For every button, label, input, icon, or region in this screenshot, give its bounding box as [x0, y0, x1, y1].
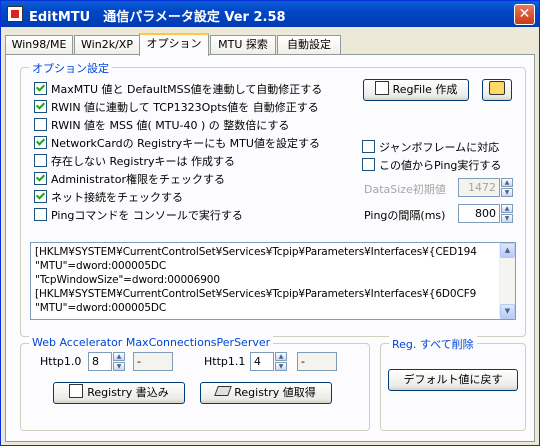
- registry-line: "MTU"=dword:000005DC: [35, 260, 167, 272]
- write-icon: [69, 384, 84, 398]
- registry-line: "TcpWindowSize"=dword:00006900: [35, 274, 220, 286]
- datasize-label: DataSize初期値: [364, 183, 446, 196]
- checkbox-ping-console[interactable]: Pingコマンドを コンソールで実行する: [34, 208, 243, 223]
- checkbox-label: RWIN 値に連動して TCP1323Opts値を 自動修正する: [51, 101, 319, 114]
- app-icon: [7, 6, 23, 22]
- http10-label: Http1.0: [40, 355, 82, 368]
- scroll-down-icon[interactable]: ▼: [500, 304, 515, 319]
- spin-up-icon[interactable]: ▲: [501, 204, 513, 213]
- tab-win98me[interactable]: Win98/ME: [5, 35, 73, 54]
- http11-input[interactable]: 4: [250, 352, 274, 371]
- ping-interval-input[interactable]: 800: [458, 204, 500, 223]
- checkbox-ping-from-value[interactable]: この値からPing実行する: [362, 158, 501, 173]
- tab-mtu-search[interactable]: MTU 探索: [210, 35, 276, 54]
- help-icon: [489, 81, 505, 95]
- tab-auto-settings[interactable]: 自動設定: [277, 35, 341, 54]
- registry-write-label: Registry 書込み: [87, 386, 169, 399]
- spin-up-icon[interactable]: ▲: [113, 352, 125, 361]
- ping-interval-label: Pingの間隔(ms): [364, 209, 446, 222]
- checkbox-box: [34, 136, 47, 149]
- spin-up-icon[interactable]: ▲: [501, 178, 513, 187]
- regfile-create-button[interactable]: RegFile 作成: [363, 79, 469, 101]
- checkbox-label: 存在しない Registryキーは 作成する: [51, 155, 236, 168]
- restore-default-button[interactable]: デフォルト値に戻す: [388, 369, 518, 391]
- web-accelerator-legend: Web Accelerator MaxConnectionsPerServer: [29, 336, 274, 349]
- datasize-spinner[interactable]: ▲ ▼: [501, 178, 513, 197]
- checkbox-box: [34, 172, 47, 185]
- help-button[interactable]: [482, 79, 512, 101]
- http10-spinner[interactable]: ▲ ▼: [113, 352, 125, 371]
- checkbox-label: Administrator権限をチェックする: [51, 173, 225, 186]
- close-button[interactable]: ✕: [514, 4, 535, 25]
- spin-down-icon[interactable]: ▼: [501, 214, 513, 223]
- checkbox-box: [34, 190, 47, 203]
- ping-interval-spinner[interactable]: ▲ ▼: [501, 204, 513, 223]
- http11-spinner[interactable]: ▲ ▼: [275, 352, 287, 371]
- regfile-icon: [374, 81, 389, 95]
- checkbox-link-tcp1323[interactable]: RWIN 値に連動して TCP1323Opts値を 自動修正する: [34, 100, 319, 115]
- registry-line: [HKLM¥SYSTEM¥CurrentControlSet¥Services¥…: [35, 246, 477, 258]
- title-bar[interactable]: EditMTU 通信パラメータ設定 Ver 2.58 ✕: [1, 1, 539, 27]
- http11-status: -: [297, 352, 337, 371]
- options-legend: オプション設定: [29, 60, 112, 76]
- registry-read-button[interactable]: Registry 値取得: [200, 382, 332, 404]
- checkbox-create-missing-keys[interactable]: 存在しない Registryキーは 作成する: [34, 154, 235, 169]
- checkbox-net-check[interactable]: ネット接続をチェックする: [34, 190, 183, 205]
- read-icon: [214, 386, 233, 396]
- http10-status: -: [133, 352, 173, 371]
- spin-down-icon[interactable]: ▼: [113, 362, 125, 371]
- options-panel: オプション設定 MaxMTU 値と DefaultMSS値を連動して自動修正する…: [5, 54, 535, 442]
- registry-line: "MTU"=dword:000005DC: [35, 302, 167, 314]
- checkbox-box: [34, 100, 47, 113]
- checkbox-label: NetworkCardの Registryキーにも MTU値を設定する: [51, 137, 320, 150]
- checkbox-box: [362, 158, 375, 171]
- checkbox-box: [362, 140, 375, 153]
- checkbox-jumbo-frame[interactable]: ジャンボフレームに対応: [362, 140, 499, 155]
- datasize-input[interactable]: 1472: [458, 178, 500, 197]
- checkbox-box: [34, 82, 47, 95]
- spin-down-icon[interactable]: ▼: [501, 188, 513, 197]
- spin-down-icon[interactable]: ▼: [275, 362, 287, 371]
- checkbox-link-mss[interactable]: MaxMTU 値と DefaultMSS値を連動して自動修正する: [34, 82, 322, 97]
- http11-label: Http1.1: [204, 355, 246, 368]
- checkbox-box: [34, 154, 47, 167]
- registry-line: [HKLM¥SYSTEM¥CurrentControlSet¥Services¥…: [35, 288, 477, 300]
- checkbox-box: [34, 208, 47, 221]
- checkbox-label: Pingコマンドを コンソールで実行する: [51, 209, 243, 222]
- checkbox-label: RWIN 値を MSS 値( MTU-40 ) の 整数倍にする: [51, 119, 290, 132]
- registry-read-label: Registry 値取得: [234, 386, 316, 399]
- checkbox-networkcard-mtu[interactable]: NetworkCardの Registryキーにも MTU値を設定する: [34, 136, 320, 151]
- scroll-up-icon[interactable]: ▲: [500, 243, 515, 258]
- checkbox-label: ネット接続をチェックする: [51, 191, 183, 204]
- spin-up-icon[interactable]: ▲: [275, 352, 287, 361]
- main-window: EditMTU 通信パラメータ設定 Ver 2.58 ✕ Win98/ME Wi…: [0, 0, 540, 446]
- checkbox-label: ジャンボフレームに対応: [379, 141, 500, 154]
- window-title: EditMTU 通信パラメータ設定 Ver 2.58: [29, 10, 286, 25]
- registry-output-textarea[interactable]: [HKLM¥SYSTEM¥CurrentControlSet¥Services¥…: [30, 242, 516, 320]
- tab-options[interactable]: オプション: [139, 33, 209, 56]
- checkbox-label: MaxMTU 値と DefaultMSS値を連動して自動修正する: [51, 83, 323, 96]
- registry-write-button[interactable]: Registry 書込み: [53, 382, 185, 404]
- tab-win2kxp[interactable]: Win2k/XP: [74, 35, 140, 54]
- reg-delete-legend: Reg. すべて削除: [389, 336, 477, 352]
- checkbox-label: この値からPing実行する: [379, 159, 502, 172]
- checkbox-box: [34, 118, 47, 131]
- checkbox-admin-check[interactable]: Administrator権限をチェックする: [34, 172, 225, 187]
- checkbox-rwin-multiple[interactable]: RWIN 値を MSS 値( MTU-40 ) の 整数倍にする: [34, 118, 289, 133]
- vertical-scrollbar[interactable]: ▲ ▼: [499, 243, 515, 319]
- http10-input[interactable]: 8: [88, 352, 112, 371]
- regfile-button-label: RegFile 作成: [392, 83, 458, 96]
